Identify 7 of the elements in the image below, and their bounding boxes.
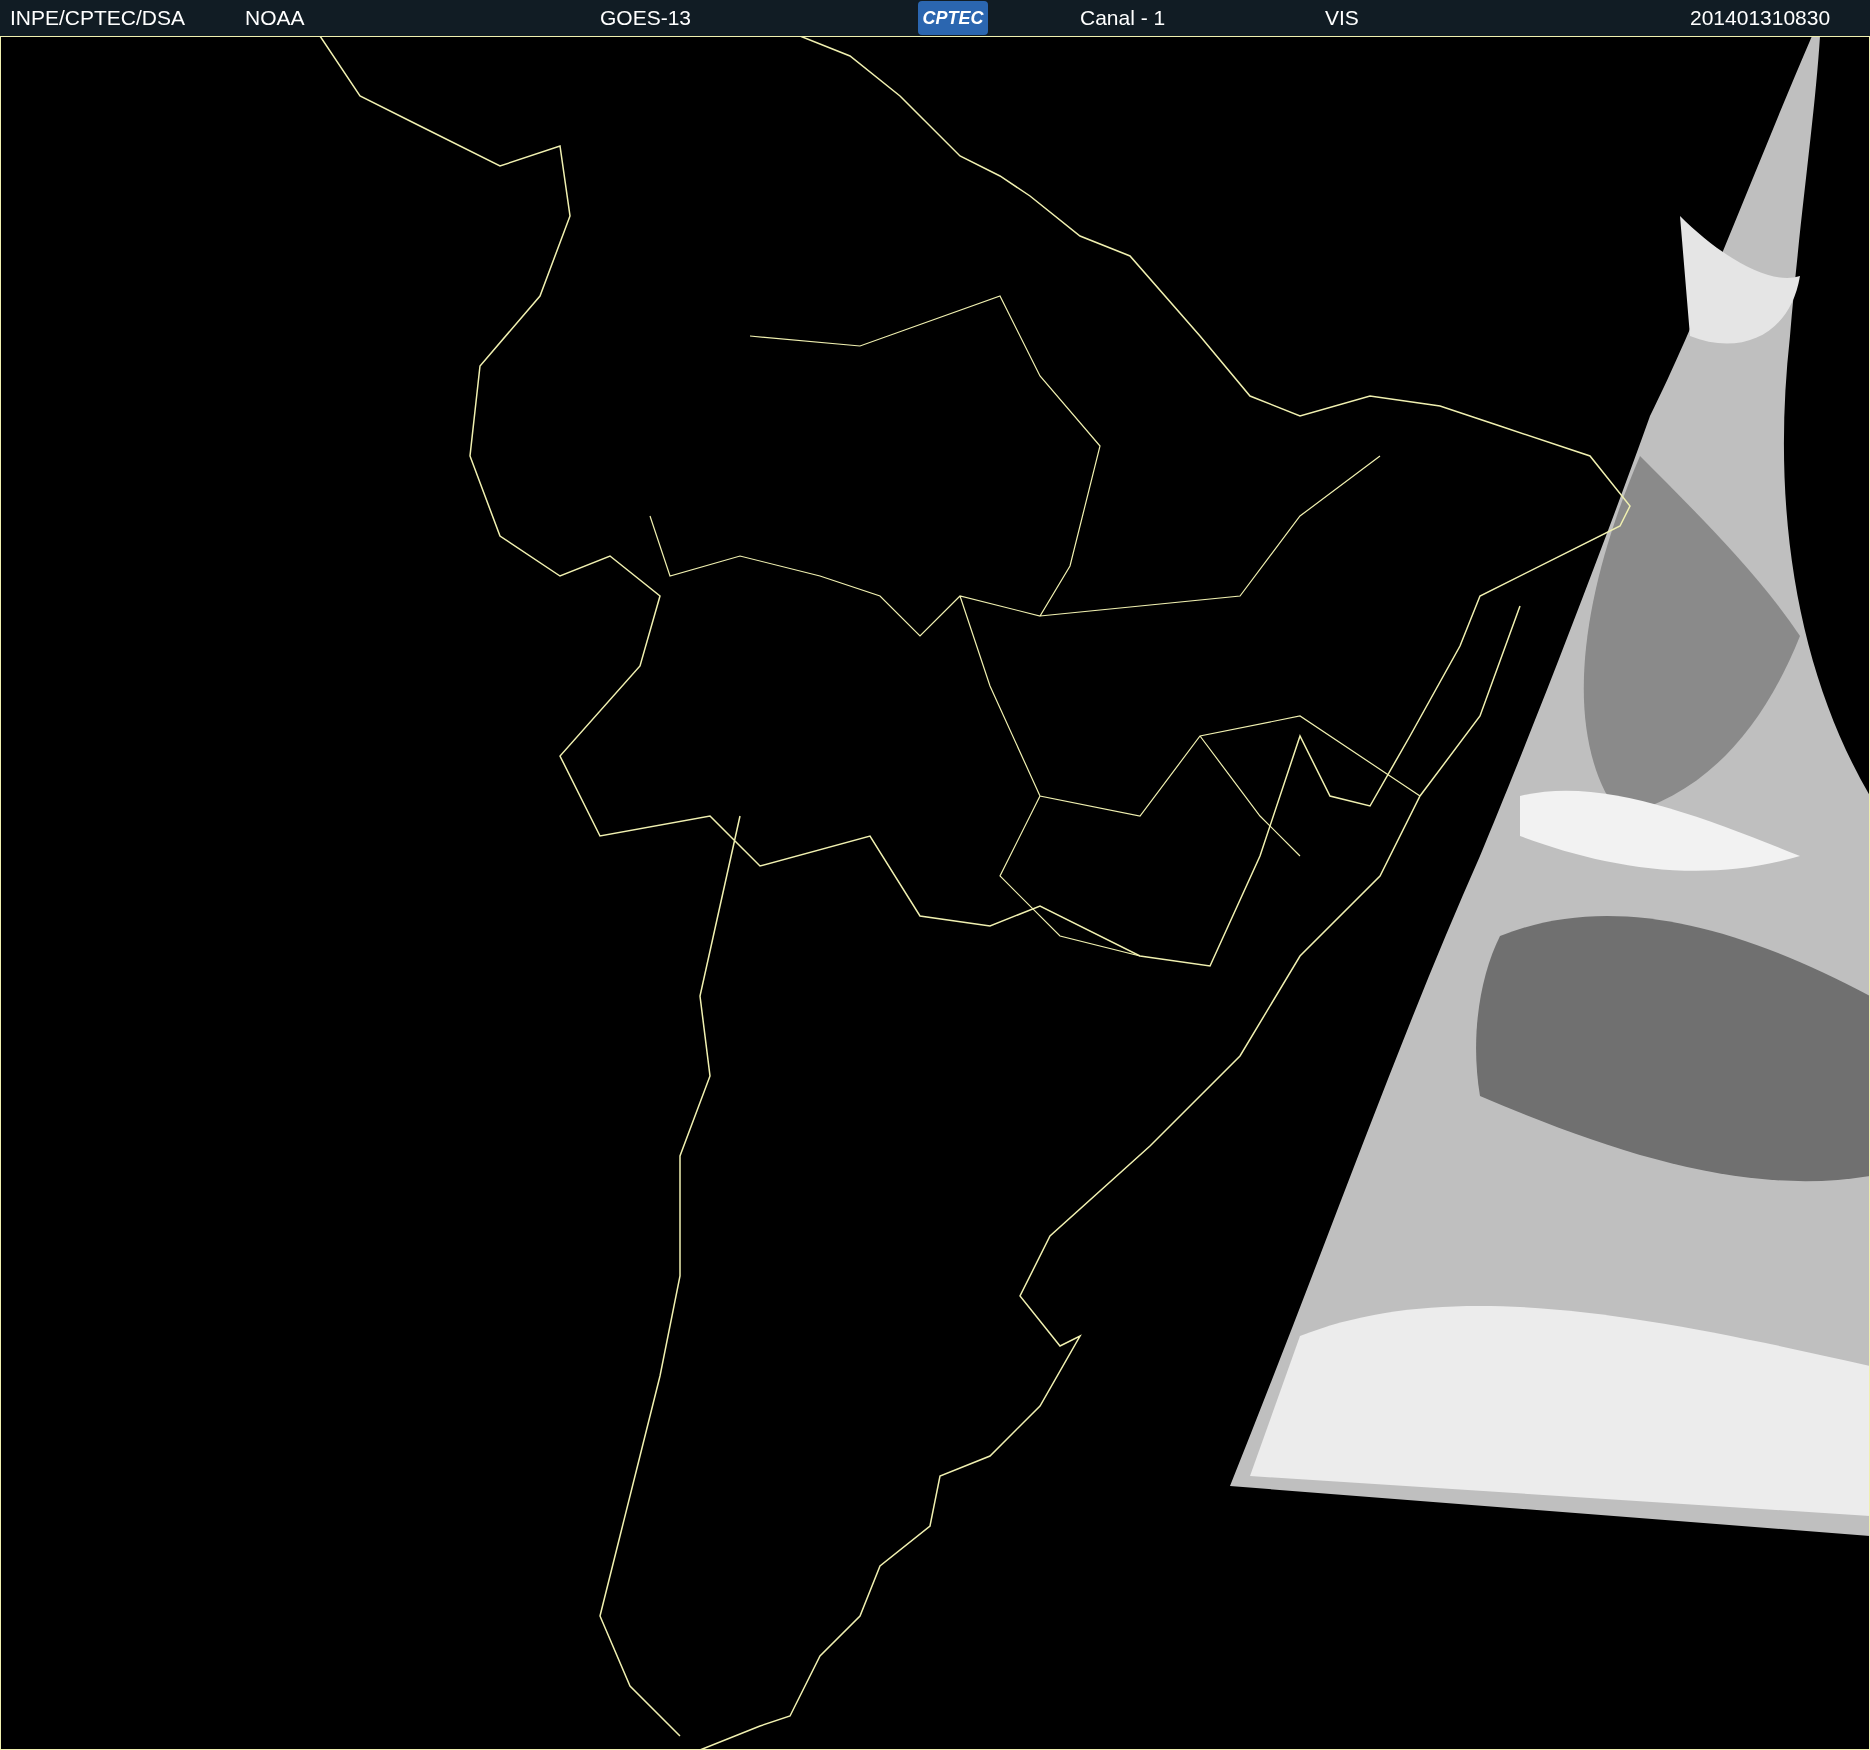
timestamp-label: 201401310830 [1690, 5, 1831, 32]
band-label: VIS [1325, 5, 1360, 32]
satellite-label: GOES-13 [600, 5, 693, 32]
cptec-logo: CPTEC [918, 1, 988, 35]
source-label: INPE/CPTEC/DSA [10, 5, 187, 32]
agency-label: NOAA [245, 5, 306, 32]
channel-label: Canal - 1 [1080, 5, 1167, 32]
